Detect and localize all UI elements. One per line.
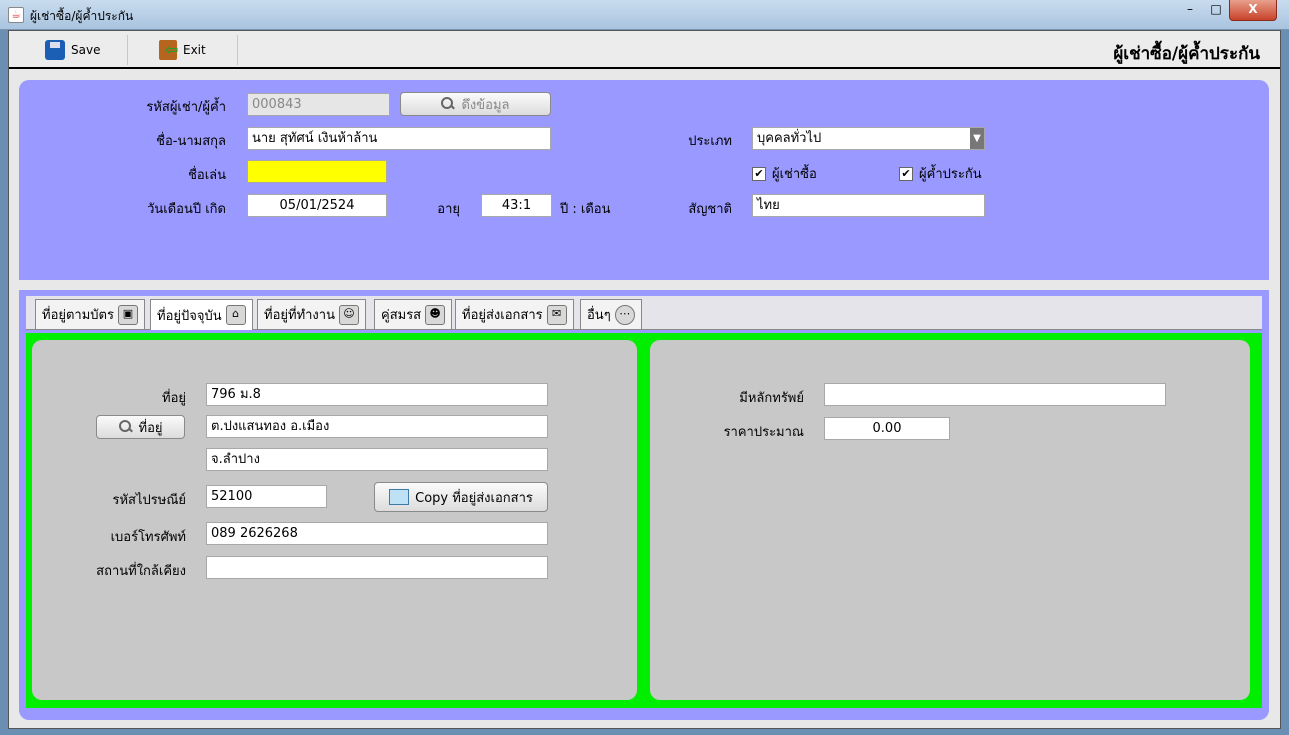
guarantor-checkbox-label: ผู้ค้ำประกัน xyxy=(919,167,982,182)
tab-label: ที่อยู่ปัจจุบัน xyxy=(157,308,222,324)
tab-id-card-address[interactable]: ที่อยู่ตามบัตร ▣ xyxy=(35,299,145,329)
address-label: ที่อยู่ xyxy=(162,391,186,406)
toolbar: Save Exit ผู้เช่าซื้อ/ผู้ค้ำประกัน xyxy=(9,31,1280,69)
address-line3-field[interactable]: จ.ลำปาง xyxy=(206,448,548,471)
envelope-icon: ✉ xyxy=(546,304,567,325)
tab-work-address[interactable]: ที่อยู่ที่ทำงาน ☺ xyxy=(257,299,366,329)
java-app-icon: ☕ xyxy=(8,7,24,23)
nationality-label: สัญชาติ xyxy=(688,202,732,217)
postal-code-label: รหัสไปรษณีย์ xyxy=(112,493,186,508)
maximize-button[interactable]: □ xyxy=(1203,0,1229,20)
collateral-label: มีหลักทรัพย์ xyxy=(739,391,804,406)
name-label: ชื่อ-นามสกุล xyxy=(156,134,226,149)
close-button[interactable]: X xyxy=(1229,0,1277,21)
exit-door-icon xyxy=(159,40,178,60)
tab-label: ที่อยู่ส่งเอกสาร xyxy=(462,308,543,323)
save-label: Save xyxy=(71,43,101,57)
type-select-value: บุคคลทั่วไป xyxy=(757,131,822,146)
address-search-label: ที่อยู่ xyxy=(138,420,163,436)
toolbar-separator xyxy=(127,35,128,65)
age-label: อายุ xyxy=(437,202,460,217)
nationality-field[interactable]: ไทย xyxy=(752,194,985,217)
window-controls: – □ X xyxy=(1177,0,1277,21)
postal-code-field[interactable]: 52100 xyxy=(206,485,327,508)
tab-mailing-address[interactable]: ที่อยู่ส่งเอกสาร ✉ xyxy=(455,299,574,329)
phone-field[interactable]: 089 2626268 xyxy=(206,522,548,545)
copy-mailing-address-label: Copy ที่อยู่ส่งเอกสาร xyxy=(415,490,533,506)
tab-label: คู่สมรส xyxy=(381,308,422,323)
address-line2-field[interactable]: ต.ปงแสนทอง อ.เมือง xyxy=(206,415,548,438)
nearby-place-label: สถานที่ใกล้เคียง xyxy=(96,564,186,579)
collateral-field[interactable] xyxy=(824,383,1166,406)
couple-icon: ☻ xyxy=(425,304,446,325)
exit-button[interactable]: Exit xyxy=(159,37,206,63)
copy-mailing-address-button[interactable]: Copy ที่อยู่ส่งเอกสาร xyxy=(374,482,548,512)
save-button[interactable]: Save xyxy=(45,37,100,63)
title-bar: ☕ ผู้เช่าซื้อ/ผู้ค้ำประกัน – □ X xyxy=(0,0,1289,30)
fetch-data-button[interactable]: ดึงข้อมูล xyxy=(400,92,551,116)
search-icon xyxy=(118,420,133,434)
nickname-label: ชื่อเล่น xyxy=(188,168,226,183)
minimize-button[interactable]: – xyxy=(1177,0,1203,20)
more-icon: ⋯ xyxy=(614,304,635,325)
tab-label: อื่นๆ xyxy=(587,308,611,323)
age-field[interactable]: 43:1 xyxy=(481,194,552,217)
nickname-field[interactable] xyxy=(247,160,387,183)
dob-field[interactable]: 05/01/2524 xyxy=(247,194,387,217)
tab-label: ที่อยู่ตามบัตร xyxy=(42,308,114,323)
search-icon xyxy=(441,97,455,111)
tab-spouse[interactable]: คู่สมรส ☻ xyxy=(374,299,453,329)
nearby-place-field[interactable] xyxy=(206,556,548,579)
office-worker-icon: ☺ xyxy=(338,304,359,325)
estimated-price-field[interactable]: 0.00 xyxy=(824,417,950,440)
exit-label: Exit xyxy=(183,43,206,57)
code-label: รหัสผู้เช่า/ผู้ค้ำ xyxy=(146,100,226,115)
tab-label: ที่อยู่ที่ทำงาน xyxy=(264,308,335,323)
tab-other[interactable]: อื่นๆ ⋯ xyxy=(580,299,642,329)
type-select[interactable]: บุคคลทั่วไป ▼ xyxy=(752,127,985,150)
type-label: ประเภท xyxy=(688,134,732,149)
floppy-disk-icon xyxy=(45,40,65,60)
dob-label: วันเดือนปี เกิด xyxy=(147,202,226,217)
guarantor-checkbox[interactable]: ✔ ผู้ค้ำประกัน xyxy=(899,163,982,184)
renter-checkbox-label: ผู้เช่าซื้อ xyxy=(772,167,817,182)
estimated-price-label: ราคาประมาณ xyxy=(723,425,804,440)
id-card-icon: ▣ xyxy=(117,304,138,325)
fetch-data-label: ดึงข้อมูล xyxy=(461,97,510,113)
chevron-down-icon[interactable]: ▼ xyxy=(970,128,984,149)
address-search-button[interactable]: ที่อยู่ xyxy=(96,415,185,439)
window-title: ผู้เช่าซื้อ/ผู้ค้ำประกัน xyxy=(30,9,134,23)
toolbar-separator xyxy=(237,35,238,65)
renter-checkbox-box[interactable]: ✔ xyxy=(752,166,766,181)
page-title: ผู้เช่าซื้อ/ผู้ค้ำประกัน xyxy=(1113,44,1260,64)
envelope-icon xyxy=(389,489,410,505)
tab-current-address[interactable]: ที่อยู่ปัจจุบัน ⌂ xyxy=(150,299,253,330)
phone-label: เบอร์โทรศัพท์ xyxy=(110,530,186,545)
guarantor-checkbox-box[interactable]: ✔ xyxy=(899,166,913,181)
name-field[interactable]: นาย สุทัศน์ เงินห้าล้าน xyxy=(247,127,551,150)
age-unit-label: ปี : เดือน xyxy=(560,202,611,217)
address-line1-field[interactable]: 796 ม.8 xyxy=(206,383,548,406)
code-field[interactable]: 000843 xyxy=(247,93,390,116)
renter-checkbox[interactable]: ✔ ผู้เช่าซื้อ xyxy=(752,163,817,184)
house-icon: ⌂ xyxy=(225,305,246,325)
